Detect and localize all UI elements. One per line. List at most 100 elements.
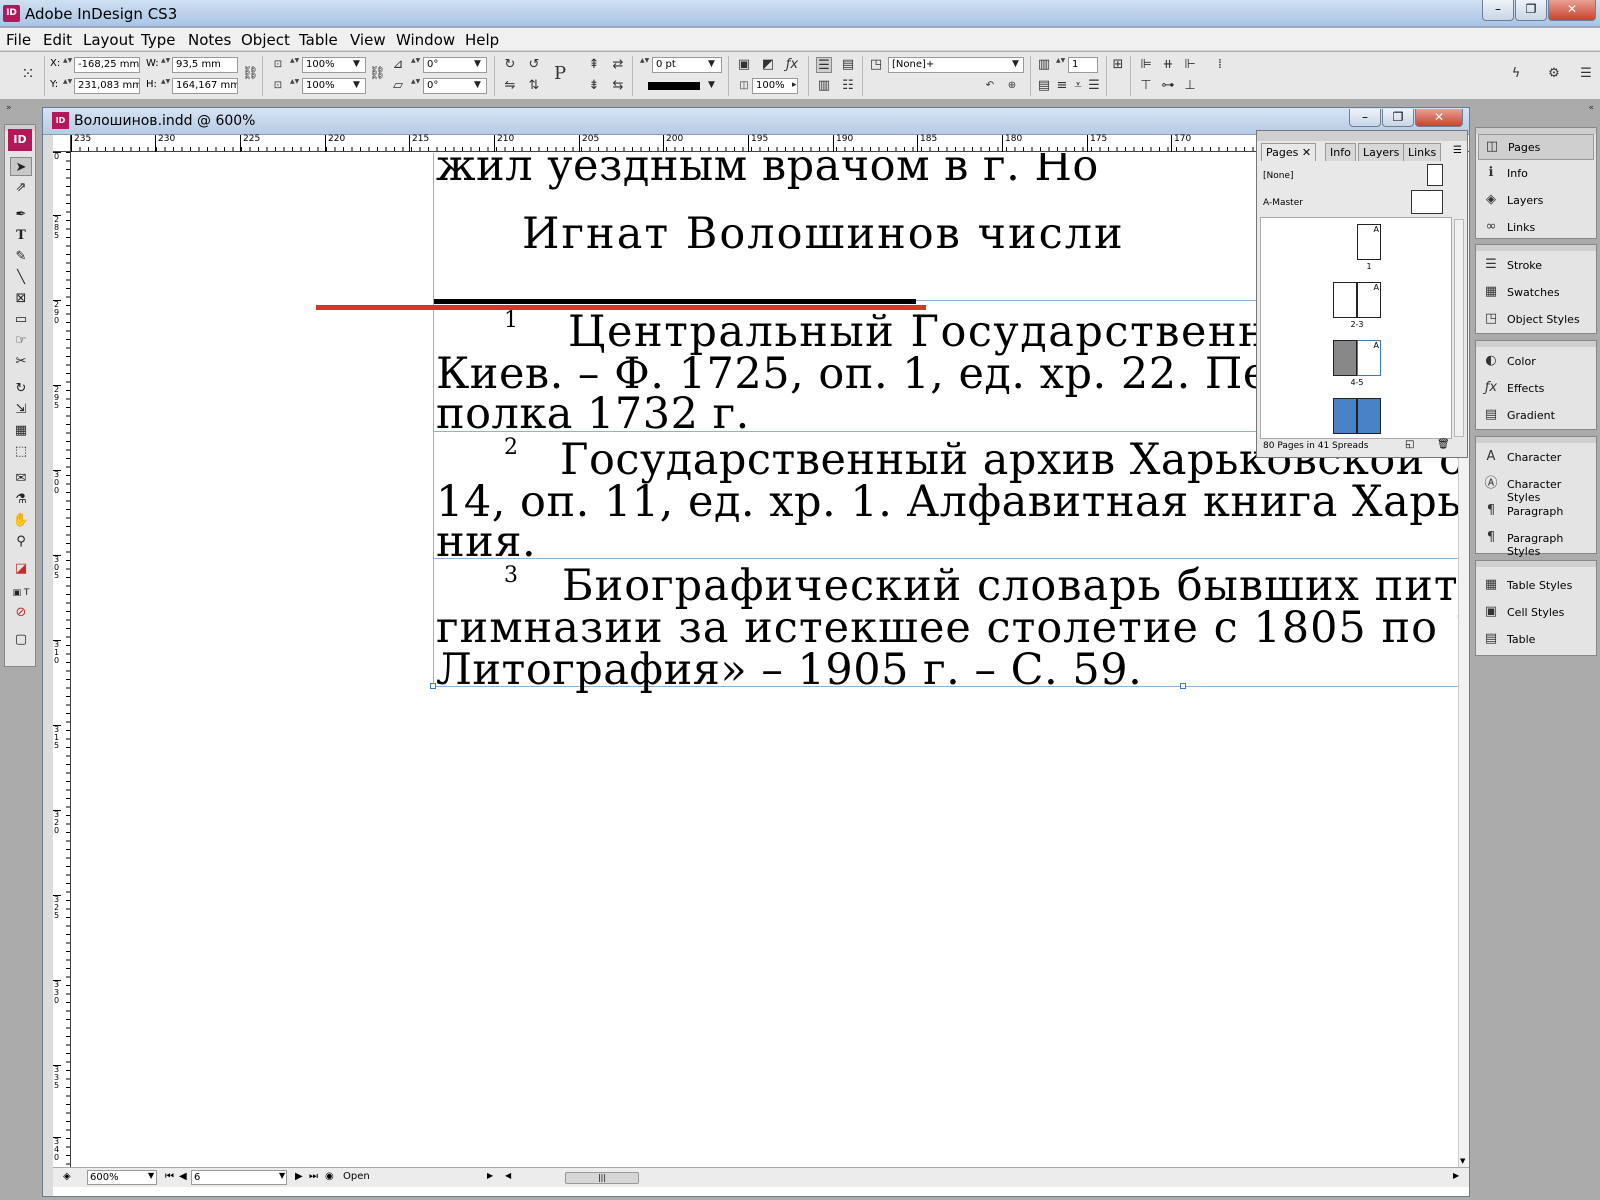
ruler-origin[interactable] (53, 135, 71, 152)
menu-notes[interactable]: Notes (188, 31, 231, 49)
doc-close-button[interactable]: ✕ (1415, 109, 1463, 127)
footnote-1-line-3[interactable]: полка 1732 г. (436, 393, 750, 436)
screen-mode-icon[interactable]: ▢ (10, 630, 32, 649)
shear-spinner[interactable]: ▲▼ (411, 78, 420, 94)
tab-pages[interactable]: Pages ✕ (1261, 143, 1317, 161)
text-wrap-shape-icon[interactable]: ▥ (816, 78, 832, 94)
footnote-2-line-2[interactable]: 14, оп. 11, ед. хр. 1. Алфавитная книга … (436, 481, 1458, 524)
reference-point-icon[interactable]: ⁙ (20, 66, 36, 82)
footnote-3-line-3[interactable]: Литография» – 1905 г. – С. 59. (436, 649, 1142, 692)
flip-horizontal-icon[interactable]: ⇋ (502, 78, 518, 94)
rotate-spinner[interactable]: ▲▼ (411, 57, 420, 73)
menu-file[interactable]: File (6, 31, 31, 49)
menu-view[interactable]: View (350, 31, 386, 49)
preflight-icon[interactable]: ⚙ (1546, 66, 1562, 82)
body-line-1[interactable]: жил уездным врачом в г. Но (436, 153, 1099, 188)
object-style-field[interactable]: [None]+ (888, 57, 1024, 73)
page-thumb-7[interactable] (1357, 398, 1381, 434)
align-bottom-icon[interactable]: ⩡ (1070, 78, 1086, 94)
select-next-icon[interactable]: ⇄ (610, 57, 626, 73)
previous-page-button[interactable]: ◀ (179, 1171, 187, 1182)
select-previous-icon[interactable]: ⇆ (610, 78, 626, 94)
vertical-ruler[interactable]: 0 285 290 295 300 305 310 315 320 325 33… (53, 152, 71, 1167)
w-spinner[interactable]: ▲▼ (161, 57, 170, 73)
dock-paragraph-styles[interactable]: ¶ Paragraph Styles (1478, 526, 1594, 558)
doc-minimize-button[interactable]: – (1349, 109, 1381, 127)
dock-character-styles[interactable]: Ⓐ Character Styles (1478, 472, 1594, 504)
h-spinner[interactable]: ▲▼ (161, 78, 170, 94)
a-master-thumb[interactable] (1411, 190, 1443, 214)
dock-color[interactable]: ◐ Color (1478, 349, 1594, 375)
formatting-container-icon[interactable]: ▣ T (10, 584, 32, 603)
tab-info[interactable]: Info (1325, 143, 1356, 161)
stroke-weight-dropdown[interactable]: ▼ (708, 59, 715, 69)
dock-links[interactable]: ∞ Links (1478, 215, 1594, 241)
tab-links[interactable]: Links (1403, 143, 1442, 161)
h-field[interactable]: 164,167 mm (172, 78, 238, 94)
footnote-3-line-2[interactable]: гимназии за истекшее столетие с 1805 по … (436, 607, 1458, 650)
hand-tool-icon[interactable]: ✋ (10, 511, 32, 530)
object-style-dropdown[interactable]: ▼ (1012, 59, 1019, 69)
fx-icon[interactable]: ƒx (784, 57, 800, 73)
distribute-icon[interactable]: ⁞ (1212, 57, 1228, 73)
w-field[interactable]: 93,5 mm (172, 57, 238, 73)
constrain-scale-icon[interactable]: ⛓ (369, 66, 386, 82)
select-container-icon[interactable]: ⇞ (586, 57, 602, 73)
scroll-right-arrow[interactable]: ▶ (1453, 1171, 1459, 1180)
dock-table[interactable]: ▤ Table (1478, 627, 1594, 653)
dock-stroke[interactable]: ☰ Stroke (1478, 253, 1594, 279)
align-top-icon[interactable]: ▤ (1036, 78, 1052, 94)
clear-overrides-icon[interactable]: ↶ (982, 78, 998, 94)
shear-dropdown[interactable]: ▼ (474, 80, 481, 90)
lightning-icon[interactable]: ϟ (1508, 66, 1524, 82)
scroll-down-arrow[interactable]: ▼ (1460, 1157, 1465, 1165)
page-thumb-3[interactable]: A (1357, 282, 1381, 318)
minimize-button[interactable]: – (1482, 0, 1514, 21)
status-menu-arrow[interactable]: ▶ (487, 1171, 493, 1180)
text-wrap-jump-icon[interactable]: ☷ (840, 78, 856, 94)
flip-vertical-icon[interactable]: ⇅ (526, 78, 542, 94)
page-number-field[interactable]: 6 (191, 1170, 287, 1185)
scissors-tool-icon[interactable]: ✂ (10, 352, 32, 371)
shadow-icon[interactable]: ◩ (760, 57, 776, 73)
align-bottom-edges-icon[interactable]: ⊥ (1182, 78, 1198, 94)
drop-shadow-icon[interactable]: ▣ (736, 57, 752, 73)
apply-none-icon[interactable]: ⊘ (10, 603, 32, 622)
none-master-thumb[interactable] (1427, 164, 1443, 186)
scroll-left-arrow[interactable]: ◀ (505, 1171, 511, 1180)
footnote-1-line-1[interactable]: Центральный Государственный (568, 311, 1334, 354)
scale-y-spinner[interactable]: ▲▼ (290, 78, 299, 94)
page-thumb-6[interactable] (1333, 398, 1357, 434)
opacity-dropdown[interactable]: ▸ (792, 80, 797, 90)
align-h-centers-icon[interactable]: ⧺ (1160, 57, 1176, 73)
frame-handle-bottom-left[interactable] (430, 683, 436, 689)
text-wrap-box-icon[interactable]: ▤ (840, 57, 856, 73)
page-canvas[interactable]: жил уездным врачом в г. Но Игнат Волошин… (72, 153, 1458, 1167)
menu-type[interactable]: Type (141, 31, 175, 49)
frame-handle-bottom-center[interactable] (1180, 683, 1186, 689)
scale-x-spinner[interactable]: ▲▼ (290, 57, 299, 73)
rotate-tool-icon[interactable]: ↻ (10, 379, 32, 398)
zoom-dropdown[interactable]: ▼ (148, 1171, 154, 1180)
scale-x-dropdown[interactable]: ▼ (353, 59, 360, 69)
scale-tool-icon[interactable]: ⇲ (10, 400, 32, 419)
dock-layers[interactable]: ◈ Layers (1478, 188, 1594, 214)
a-master-label[interactable]: A-Master (1263, 198, 1303, 208)
menu-object[interactable]: Object (241, 31, 290, 49)
x-field[interactable]: -168,25 mm (74, 57, 140, 73)
first-page-button[interactable]: ⏮ (165, 1171, 174, 1182)
pages-thumbnail-list[interactable]: A 1 A 2-3 A 4-5 (1260, 217, 1452, 439)
body-line-2[interactable]: Игнат Волошинов числи (522, 213, 1125, 256)
x-spinner[interactable]: ▲▼ (63, 57, 72, 73)
scale-y-dropdown[interactable]: ▼ (353, 80, 360, 90)
align-right-edges-icon[interactable]: ⊩ (1182, 57, 1198, 73)
dock-cell-styles[interactable]: ▣ Cell Styles (1478, 600, 1594, 626)
button-tool-icon[interactable]: ☞ (10, 331, 32, 350)
zoom-field[interactable]: 600% (87, 1170, 157, 1185)
rotate-ccw-icon[interactable]: ↺ (526, 57, 542, 73)
stroke-weight-spinner[interactable]: ▲▼ (640, 57, 649, 73)
align-center-v-icon[interactable]: ≡ (1054, 78, 1070, 94)
tab-layers[interactable]: Layers (1358, 143, 1405, 161)
fitting-icon[interactable]: ⊞ (1110, 57, 1126, 73)
columns-spinner[interactable]: ▲▼ (1056, 57, 1065, 73)
